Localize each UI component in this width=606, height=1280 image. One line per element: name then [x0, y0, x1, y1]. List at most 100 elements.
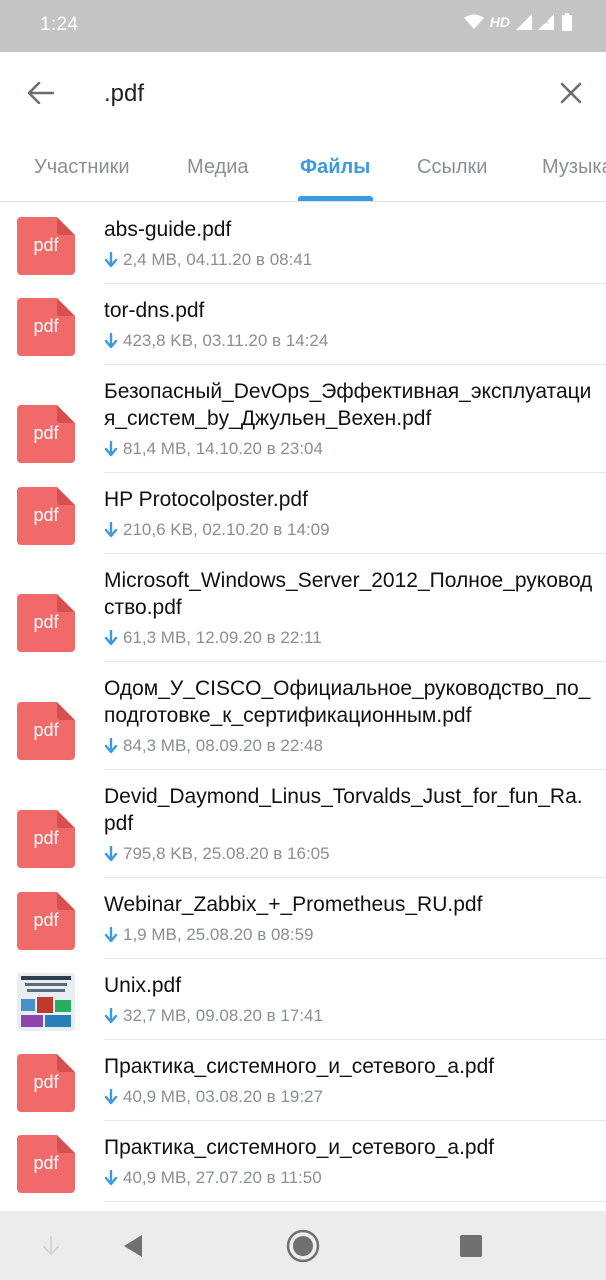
- download-arrow-icon: [104, 333, 118, 349]
- file-meta: 81,4 MB, 14.10.20 в 23:04: [104, 439, 323, 459]
- pdf-file-icon: pdf: [17, 487, 75, 545]
- pdf-icon-label: pdf: [33, 1153, 59, 1173]
- file-meta: 61,3 MB, 12.09.20 в 22:11: [104, 628, 322, 648]
- file-meta-text: 795,8 KB, 25.08.20 в 16:05: [123, 844, 330, 863]
- pdf-fold-corner: [57, 405, 75, 423]
- tab-bar: Участники Медиа Файлы Ссылки Музыка: [0, 134, 606, 202]
- file-meta: 1,9 MB, 25.08.20 в 08:59: [104, 925, 314, 945]
- pdf-file-icon: pdf: [17, 594, 75, 652]
- file-meta-text: 423,8 KB, 03.11.20 в 14:24: [123, 331, 329, 350]
- status-bar: 1:24 HD x: [0, 0, 606, 52]
- file-name: Webinar_Zabbix_+_Prometheus_RU.pdf: [104, 893, 483, 916]
- file-meta: 423,8 KB, 03.11.20 в 14:24: [104, 331, 328, 351]
- file-name: HP Protocolposter.pdf: [104, 488, 308, 511]
- file-name: Практика_системного_и_сетевого_а.pdf: [104, 1055, 495, 1078]
- close-icon: [560, 82, 582, 104]
- book-cover-icon: [17, 973, 75, 1031]
- file-meta-text: 2,4 MB, 04.11.20 в 08:41: [123, 250, 313, 269]
- pdf-file-icon: pdf: [17, 217, 75, 275]
- file-meta-text: 1,9 MB, 25.08.20 в 08:59: [123, 925, 314, 944]
- pdf-fold-corner: [57, 892, 75, 910]
- file-name: Практика_системного_и_сетевого_а.pdf: [104, 1136, 495, 1159]
- pdf-fold-corner: [57, 810, 75, 828]
- pdf-file-icon: pdf: [17, 810, 75, 868]
- pdf-icon-label: pdf: [33, 612, 59, 632]
- download-arrow-icon: [104, 1089, 118, 1105]
- download-arrow-icon: [104, 738, 118, 754]
- pdf-icon-label: pdf: [33, 828, 59, 848]
- nav-home-button[interactable]: [286, 1229, 320, 1263]
- file-list-item[interactable]: Unix.pdf 32,7 MB, 09.08.20 в 17:41: [0, 959, 606, 1040]
- download-arrow-icon: [104, 252, 118, 268]
- pdf-icon-label: pdf: [33, 505, 59, 525]
- pdf-fold-corner: [57, 594, 75, 612]
- file-list-item[interactable]: pdf Devid_Daymond_Linus_Torvalds_Just_for…: [0, 770, 606, 878]
- file-name: Unix.pdf: [104, 974, 182, 997]
- file-meta: 40,9 MB, 03.08.20 в 19:27: [104, 1087, 323, 1107]
- file-list-item[interactable]: pdf abs-guide.pdf 2,4 MB, 04.11.20 в 08:41: [0, 203, 606, 284]
- arrow-left-icon: [28, 82, 54, 104]
- hd-label: HD: [489, 14, 510, 30]
- pdf-fold-corner: [57, 487, 75, 505]
- file-list-item[interactable]: pdf Одом_У_CISCO_Официальное_руководство_…: [0, 662, 606, 770]
- divider: [104, 1201, 606, 1202]
- file-list-item[interactable]: pdf tor-dns.pdf 423,8 KB, 03.11.20 в 14:24: [0, 284, 606, 365]
- arrow-down-icon: [43, 1236, 59, 1255]
- file-list-item[interactable]: pdf Практика_системного_и_сетевого_а.pdf 4…: [0, 1121, 606, 1202]
- tab-music[interactable]: Музыка: [542, 156, 606, 179]
- search-input[interactable]: [104, 76, 524, 112]
- file-list: pdf abs-guide.pdf 2,4 MB, 04.11.20 в 08:41…: [0, 203, 606, 1211]
- file-name: Одом_У_CISCO_Официальное_руководство_по_…: [104, 677, 591, 727]
- nav-hide-button[interactable]: [34, 1229, 68, 1263]
- pdf-icon-label: pdf: [33, 423, 59, 443]
- tab-participants[interactable]: Участники: [34, 156, 130, 179]
- status-time: 1:24: [40, 14, 79, 35]
- pdf-file-icon: pdf: [17, 892, 75, 950]
- file-meta-text: 81,4 MB, 14.10.20 в 23:04: [123, 439, 323, 458]
- download-arrow-icon: [104, 522, 118, 538]
- pdf-fold-corner: [57, 217, 75, 235]
- clear-search-button[interactable]: [552, 74, 590, 112]
- file-list-item[interactable]: pdf Webinar_Zabbix_+_Prometheus_RU.pdf 1,9…: [0, 878, 606, 959]
- file-list-item[interactable]: pdf Microsoft_Windows_Server_2012_Полное_…: [0, 554, 606, 662]
- file-meta-text: 40,9 MB, 27.07.20 в 11:50: [123, 1168, 322, 1187]
- status-icons: HD x: [463, 13, 572, 31]
- signal-icon: [516, 14, 532, 30]
- pdf-file-icon: pdf: [17, 298, 75, 356]
- file-list-item[interactable]: pdf Практика_системного_и_сетевого_а.pdf 4…: [0, 1040, 606, 1121]
- pdf-file-icon: pdf: [17, 1054, 75, 1112]
- pdf-file-icon: pdf: [17, 1135, 75, 1193]
- navigation-bar: [0, 1211, 606, 1280]
- active-tab-indicator: [298, 196, 373, 201]
- tab-media[interactable]: Медиа: [187, 156, 249, 179]
- search-header: [0, 52, 606, 134]
- pdf-icon-label: pdf: [33, 720, 59, 740]
- download-arrow-icon: [104, 927, 118, 943]
- nav-back-button[interactable]: [116, 1229, 150, 1263]
- file-list-item[interactable]: pdf Безопасный_DevOps_Эффективная_эксплуа…: [0, 365, 606, 473]
- pdf-icon-label: pdf: [33, 910, 59, 930]
- back-triangle-icon: [124, 1235, 142, 1257]
- wifi-icon: [463, 14, 484, 29]
- file-thumbnail: [17, 973, 75, 1031]
- home-circle-icon: [286, 1229, 320, 1263]
- download-arrow-icon: [104, 630, 118, 646]
- file-meta: 84,3 MB, 08.09.20 в 22:48: [104, 736, 323, 756]
- pdf-icon-label: pdf: [33, 1072, 59, 1092]
- nav-recents-button[interactable]: [454, 1229, 488, 1263]
- file-name: Безопасный_DevOps_Эффективная_эксплуатац…: [104, 380, 592, 430]
- pdf-fold-corner: [57, 298, 75, 316]
- tab-files[interactable]: Файлы: [300, 156, 370, 179]
- pdf-fold-corner: [57, 1054, 75, 1072]
- file-meta-text: 210,6 KB, 02.10.20 в 14:09: [123, 520, 330, 539]
- back-button[interactable]: [22, 74, 60, 112]
- file-list-item[interactable]: pdf HP Protocolposter.pdf 210,6 KB, 02.10.…: [0, 473, 606, 554]
- tab-links[interactable]: Ссылки: [417, 156, 487, 179]
- file-meta: 210,6 KB, 02.10.20 в 14:09: [104, 520, 330, 540]
- file-meta-text: 84,3 MB, 08.09.20 в 22:48: [123, 736, 323, 755]
- file-meta: 32,7 MB, 09.08.20 в 17:41: [104, 1006, 323, 1026]
- download-arrow-icon: [104, 441, 118, 457]
- pdf-icon-label: pdf: [33, 316, 59, 336]
- pdf-file-icon: pdf: [17, 405, 75, 463]
- file-name: Devid_Daymond_Linus_Torvalds_Just_for_fu…: [104, 785, 583, 835]
